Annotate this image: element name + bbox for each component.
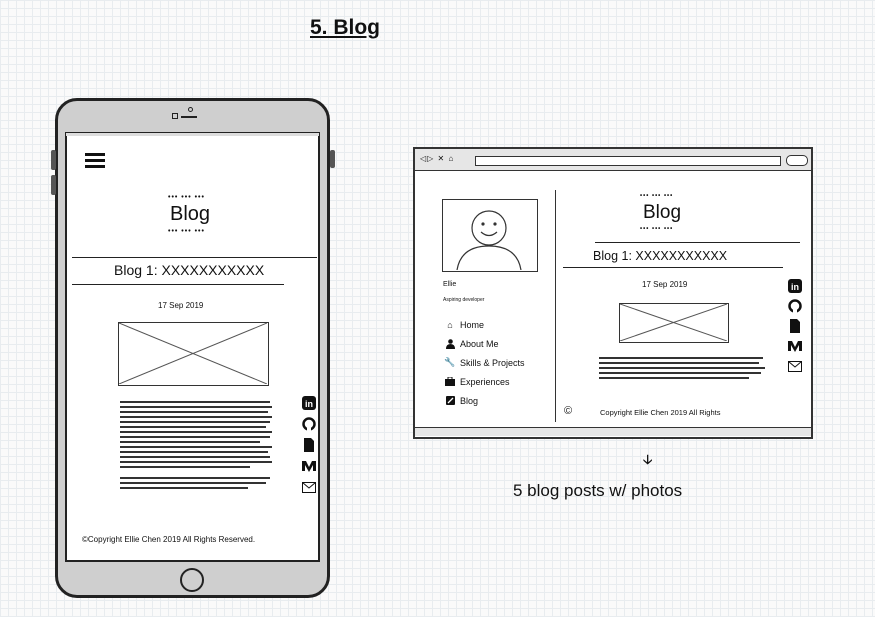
heading-dots-bottom: ••• ••• ••• (168, 228, 205, 235)
blog-heading: Blog (170, 203, 211, 225)
tablet-footer: ©Copyright Ellie Chen 2019 All Rights Re… (82, 535, 256, 544)
search-icon[interactable] (786, 155, 808, 166)
social-icons: in (788, 279, 802, 373)
github-icon[interactable] (788, 299, 802, 313)
sidebar-item-blog[interactable]: Blog (445, 391, 525, 410)
profile-tagline: Aspiring developer (443, 297, 485, 303)
browser-footer: Copyright Ellie Chen 2019 All Rights (600, 408, 721, 417)
profile-name: Ellie (443, 281, 457, 288)
sidebar-item-label: Home (460, 319, 485, 330)
post-body-text (599, 357, 765, 382)
sidebar-item-label: Skills & Projects (460, 357, 525, 368)
sidebar-item-about-me[interactable]: About Me (445, 334, 525, 353)
down-arrow-icon: 🡣 (643, 452, 653, 467)
camera-icon (172, 113, 178, 119)
avatar (442, 199, 538, 272)
sidebar-item-skills-projects[interactable]: 🔧 Skills & Projects (444, 353, 525, 372)
post-title[interactable]: Blog 1: XXXXXXXXXXX (114, 262, 264, 278)
tablet-side-button (51, 175, 56, 195)
heading-dots-bottom: ••• ••• ••• (640, 226, 674, 232)
sidebar-item-label: Blog (460, 395, 479, 406)
svg-text:in: in (791, 282, 799, 292)
sensor-dot (188, 107, 193, 112)
linkedin-icon[interactable]: in (788, 279, 802, 293)
post-image-placeholder (619, 303, 729, 343)
annotation-text: 5 blog posts w/ photos (513, 481, 683, 500)
edit-icon (445, 396, 455, 406)
social-icons: in (302, 396, 316, 494)
page-title: 5. Blog (310, 16, 381, 39)
briefcase-icon (445, 377, 455, 387)
address-bar[interactable] (475, 156, 781, 166)
heading-dots-top: ••• ••• ••• (640, 193, 674, 199)
tablet-side-button (51, 150, 56, 170)
post-date: 17 Sep 2019 (642, 280, 688, 289)
post-body-text (120, 401, 272, 492)
sidebar-item-label: Experiences (460, 376, 510, 387)
user-icon (445, 338, 455, 349)
speaker-grille (181, 116, 197, 118)
post-image-placeholder (118, 322, 269, 386)
divider (72, 257, 317, 258)
divider (72, 284, 284, 285)
home-button[interactable] (180, 568, 204, 592)
wrench-icon: 🔧 (444, 357, 456, 367)
svg-text:in: in (305, 399, 313, 409)
tablet-side-button (330, 150, 335, 168)
hamburger-menu-icon[interactable] (85, 150, 105, 171)
divider (595, 242, 800, 243)
sidebar-item-label: About Me (460, 338, 499, 349)
mail-icon[interactable] (302, 480, 316, 494)
home-icon: ⌂ (447, 319, 453, 330)
post-date: 17 Sep 2019 (158, 301, 204, 310)
status-bar (66, 133, 319, 136)
sidebar-nav: ⌂ Home About Me 🔧 Skills & Projects Experi… (444, 315, 525, 410)
horizontal-scrollbar[interactable] (415, 427, 811, 436)
github-icon[interactable] (302, 417, 316, 431)
mail-icon[interactable] (788, 359, 802, 373)
post-title[interactable]: Blog 1: XXXXXXXXXXX (593, 249, 727, 263)
file-icon[interactable] (302, 438, 316, 452)
divider (563, 267, 783, 268)
medium-icon[interactable] (302, 459, 316, 473)
sidebar-item-experiences[interactable]: Experiences (445, 372, 525, 391)
heading-dots-top: ••• ••• ••• (168, 194, 205, 201)
column-divider (555, 190, 556, 422)
nav-arrows-icon[interactable]: ◁▷ ✕ ⌂ (420, 154, 454, 163)
blog-heading: Blog (643, 202, 682, 223)
file-icon[interactable] (788, 319, 802, 333)
linkedin-icon[interactable]: in (302, 396, 316, 410)
medium-icon[interactable] (788, 339, 802, 353)
sidebar-item-home[interactable]: ⌂ Home (445, 315, 525, 334)
copyright-symbol: © (564, 405, 573, 417)
